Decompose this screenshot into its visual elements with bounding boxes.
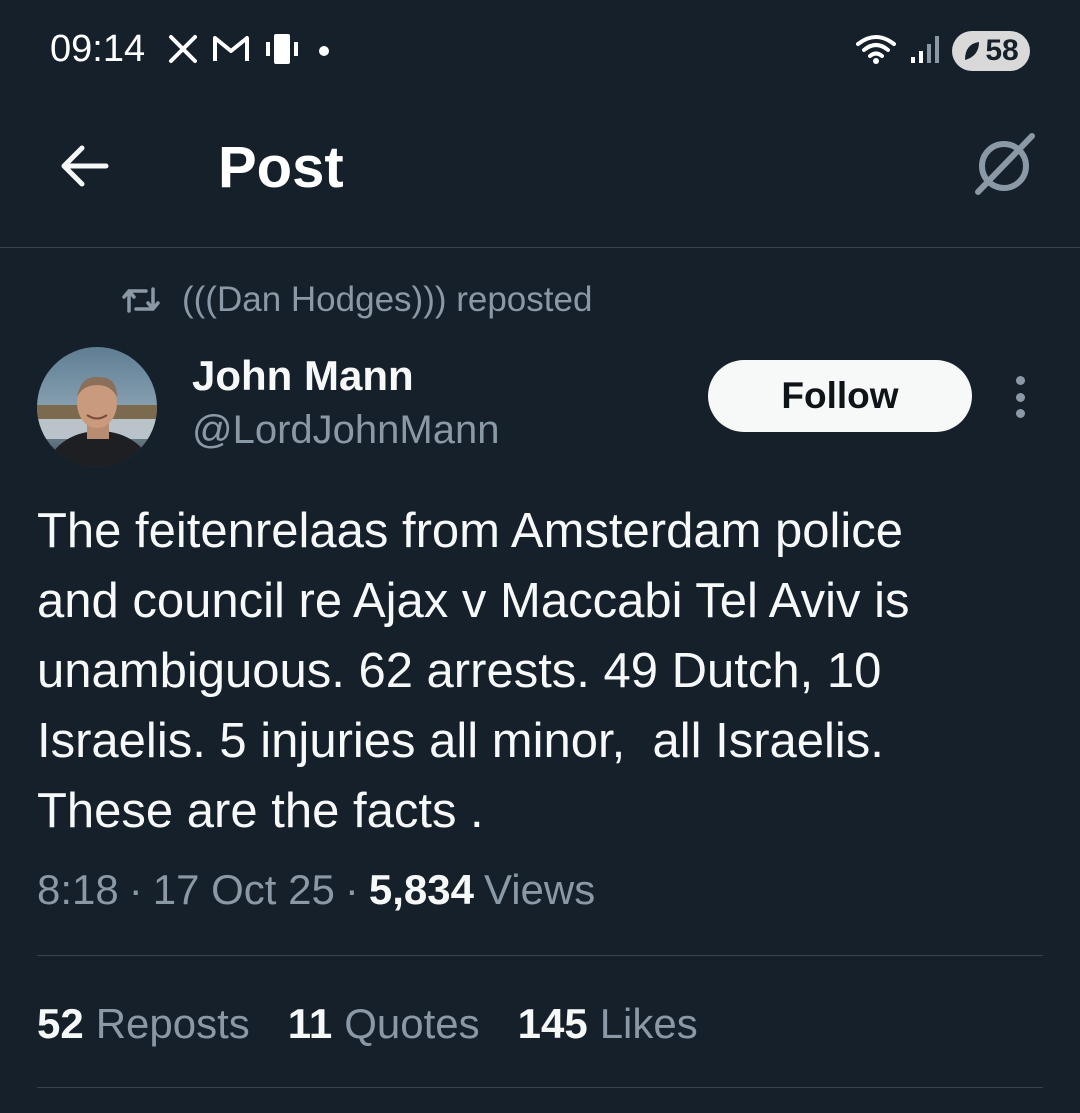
signal-icon (910, 33, 940, 70)
author-name[interactable]: John Mann (192, 352, 414, 400)
back-button[interactable] (54, 136, 114, 196)
page-title: Post (218, 135, 344, 200)
repost-indicator[interactable]: (((Dan Hodges))) reposted (120, 280, 592, 320)
status-time: 09:14 (50, 28, 146, 70)
engagement-stats: 52 Reposts 11 Quotes 145 Likes (37, 1000, 698, 1048)
gmail-icon (212, 34, 250, 69)
likes-label: Likes (599, 1000, 698, 1047)
divider (37, 1087, 1043, 1088)
more-options-button[interactable] (1002, 370, 1038, 424)
tweet-time: 8:18 (37, 866, 119, 913)
tweet-text: The feitenrelaas from Amsterdam police a… (37, 504, 910, 838)
avatar[interactable] (37, 347, 157, 467)
views-label[interactable]: Views (484, 866, 595, 914)
meta-separator: · (344, 866, 359, 913)
battery-level: 58 (985, 34, 1019, 67)
battery-indicator: 58 (952, 31, 1030, 71)
notification-icons (168, 30, 334, 72)
repost-icon (122, 287, 160, 313)
repost-text: (((Dan Hodges))) reposted (182, 280, 593, 319)
likes-count: 145 (517, 1000, 588, 1047)
wifi-icon (854, 32, 898, 71)
divider (37, 955, 1043, 956)
vibrate-icon (264, 32, 300, 71)
grok-icon (975, 133, 1035, 195)
grok-button[interactable] (968, 128, 1040, 200)
x-logo-icon (168, 34, 198, 69)
status-bar: 09:14 58 (0, 0, 1080, 100)
tweet-date: 17 Oct 25 (152, 866, 335, 913)
meta-separator: · (128, 866, 143, 913)
post-screen: 09:14 58 Post (((Dan Hodges))) reposted … (0, 0, 1080, 1113)
reposts-count: 52 (37, 1000, 84, 1047)
author-handle[interactable]: @LordJohnMann (192, 408, 499, 453)
reposts-stat[interactable]: 52 Reposts (37, 1000, 250, 1048)
follow-button[interactable]: Follow (708, 360, 972, 432)
quotes-count: 11 (287, 1000, 333, 1047)
more-vertical-icon (1015, 376, 1025, 385)
avatar-image (37, 347, 157, 467)
tweet-meta: 8:18 · 17 Oct 25 · 5,834 Views (37, 866, 595, 914)
system-icons: 58 (854, 30, 1030, 72)
views-count[interactable]: 5,834 (369, 866, 474, 914)
likes-stat[interactable]: 145 Likes (518, 1000, 698, 1048)
arrow-left-icon (61, 145, 109, 187)
top-bar: Post (0, 100, 1080, 248)
quotes-label: Quotes (344, 1000, 480, 1047)
reposts-label: Reposts (95, 1000, 250, 1047)
quotes-stat[interactable]: 11 Quotes (288, 1000, 480, 1048)
leaf-icon (965, 42, 980, 60)
dot-icon (314, 39, 334, 64)
